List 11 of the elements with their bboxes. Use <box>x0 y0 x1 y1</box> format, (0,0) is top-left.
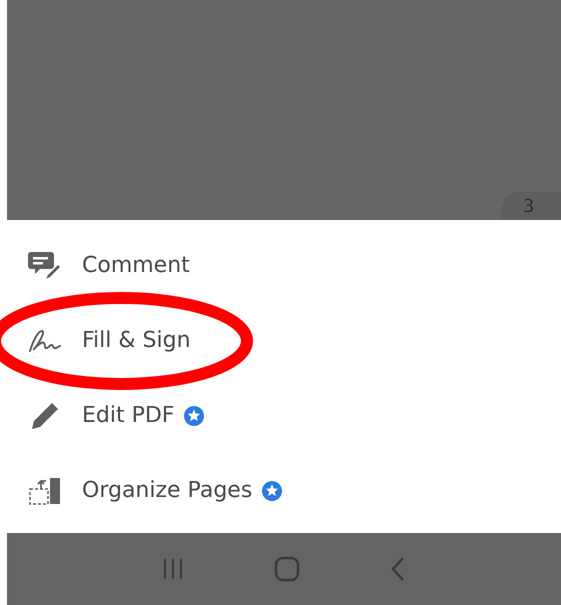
comment-icon <box>28 250 62 280</box>
back-icon[interactable] <box>390 556 406 582</box>
signature-icon <box>28 328 62 354</box>
menu-item[interactable]: Edit PDF <box>82 403 174 428</box>
menu-item[interactable]: Organize Pages <box>82 478 252 503</box>
pencil-icon <box>30 400 60 430</box>
organize-pages-icon <box>29 476 61 504</box>
recent-apps-icon[interactable] <box>162 557 184 581</box>
home-icon[interactable] <box>274 556 300 582</box>
menu-item[interactable]: Fill & Sign <box>82 328 191 353</box>
menu-item[interactable]: Comment <box>82 253 190 278</box>
